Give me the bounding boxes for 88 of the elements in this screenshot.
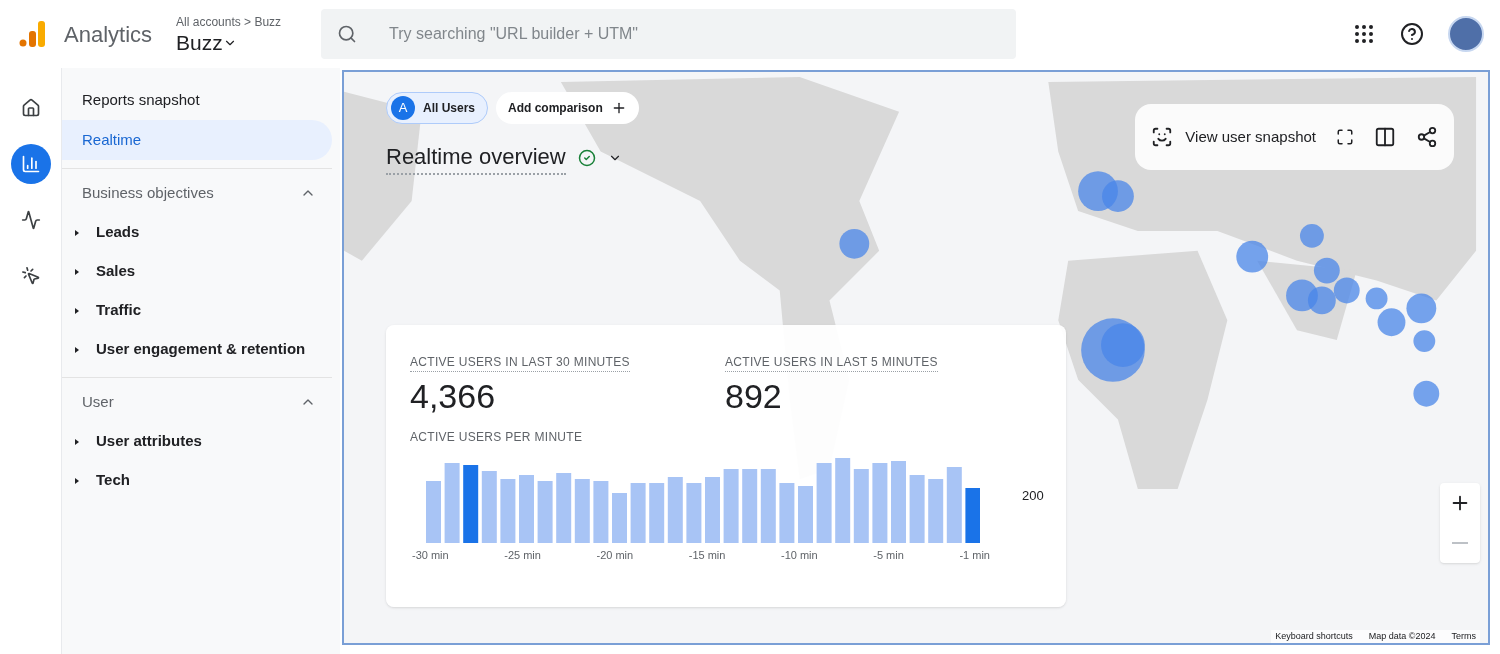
user-location-bubble: [1102, 180, 1134, 212]
section-header[interactable]: Business objectives: [62, 173, 332, 213]
bar: [705, 477, 720, 543]
sidebar-item[interactable]: Tech: [62, 461, 332, 500]
avatar[interactable]: [1448, 16, 1484, 52]
bar: [649, 483, 665, 543]
chart-title: ACTIVE USERS PER MINUTE: [410, 429, 584, 446]
bar: [537, 481, 553, 543]
bar: [798, 486, 813, 543]
axis-label: -20 min: [596, 548, 634, 563]
bar-chart-icon: [20, 154, 41, 174]
nav-rail-button[interactable]: [10, 144, 51, 184]
share-icon[interactable]: [1416, 126, 1438, 148]
sidebar-item[interactable]: Traffic: [62, 291, 332, 330]
map-footer-link[interactable]: Terms: [1451, 629, 1476, 643]
bar: [426, 481, 441, 543]
breadcrumb[interactable]: All accounts > Buzz: [176, 13, 282, 31]
bar: [481, 471, 497, 543]
sidebar-item[interactable]: Realtime: [62, 120, 332, 160]
search-field[interactable]: Try searching "URL builder + UTM": [321, 9, 1017, 59]
axis-label: 200: [1022, 487, 1044, 502]
stat-value: 892: [725, 376, 782, 416]
bar: [612, 493, 627, 543]
user-location-bubble: [1300, 223, 1324, 248]
bar: [593, 481, 609, 543]
bar: [519, 475, 534, 543]
segment-chip[interactable]: A All Users: [386, 92, 489, 124]
page-title: Realtime overview: [386, 140, 566, 175]
axis-label: -5 min: [873, 548, 904, 563]
sidebar-item[interactable]: Reports snapshot: [62, 80, 332, 120]
axis-label: -1 min: [959, 548, 990, 563]
stat-label: ACTIVE USERS IN LAST 5 MINUTES: [725, 353, 938, 372]
user-location-bubble: [1313, 257, 1340, 284]
section-header[interactable]: User: [62, 382, 332, 422]
user-location-bubble: [1365, 287, 1388, 310]
expand-arrow-icon: [74, 477, 80, 484]
expand-arrow-icon: [74, 229, 80, 236]
bar: [574, 479, 590, 543]
sidebar-item[interactable]: Leads: [62, 213, 332, 252]
map-footer-link[interactable]: Map data ©2024: [1368, 629, 1436, 643]
user-location-bubble: [1377, 308, 1406, 337]
fullscreen-icon[interactable]: [1336, 128, 1354, 146]
user-location-bubble: [1413, 330, 1436, 353]
bar: [909, 475, 925, 543]
sidebar-item[interactable]: Sales: [62, 252, 332, 291]
expand-arrow-icon: [74, 346, 80, 353]
cursor-icon: [20, 266, 41, 286]
bar: [667, 477, 683, 543]
expand-arrow-icon: [74, 307, 80, 314]
axis-label: -10 min: [781, 548, 818, 563]
map-footer-link[interactable]: Keyboard shortcuts: [1275, 629, 1353, 643]
trend-icon: [20, 210, 41, 230]
bar: [779, 483, 795, 543]
bar: [686, 483, 702, 543]
bar: [500, 479, 516, 543]
user-location-bubble: [1406, 293, 1437, 324]
apps-grid-icon[interactable]: [1352, 22, 1376, 46]
minus-icon: [1452, 542, 1468, 544]
home-icon: [20, 98, 41, 118]
compare-columns-icon[interactable]: [1374, 126, 1396, 148]
segment-label: All Users: [423, 100, 476, 117]
stat-label: ACTIVE USERS IN LAST 30 MINUTES: [410, 353, 630, 372]
face-scan-icon: [1151, 126, 1174, 148]
property-selector[interactable]: Buzz: [176, 31, 282, 55]
user-location-bubble: [839, 228, 870, 259]
bar: [928, 479, 944, 543]
bar: [965, 488, 980, 543]
segment-badge: A: [391, 96, 415, 120]
add-comparison-button[interactable]: Add comparison: [496, 92, 639, 124]
user-location-bubble: [1413, 380, 1440, 407]
bar: [556, 473, 572, 543]
axis-label: -15 min: [688, 548, 726, 563]
product-name: Analytics: [64, 20, 153, 49]
user-location-bubble: [1236, 240, 1269, 273]
search-icon: [337, 24, 358, 44]
sidebar-item[interactable]: User attributes: [62, 422, 332, 461]
help-icon[interactable]: [1400, 22, 1424, 46]
stat-value: 4,366: [410, 376, 496, 416]
expand-arrow-icon: [74, 268, 80, 275]
bar: [630, 483, 646, 543]
axis-label: -30 min: [412, 548, 449, 563]
sidebar-item[interactable]: User engagement & retention: [62, 330, 332, 369]
view-user-snapshot-button[interactable]: View user snapshot: [1151, 125, 1316, 149]
user-location-bubble: [1333, 277, 1360, 304]
check-circle-icon: [577, 148, 596, 167]
user-location-bubble: [1307, 286, 1336, 315]
expand-arrow-icon: [74, 438, 80, 445]
axis-label: -25 min: [504, 548, 541, 563]
